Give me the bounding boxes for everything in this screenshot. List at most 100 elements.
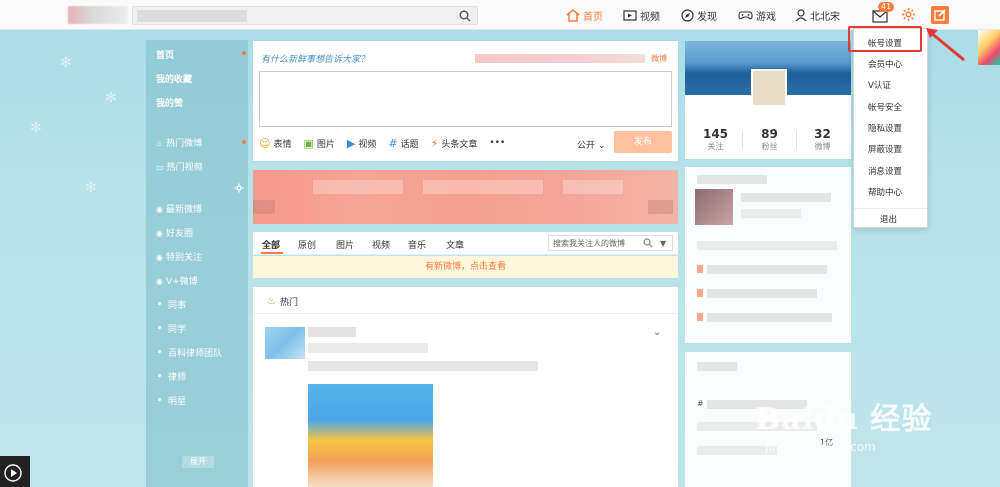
sidebar-group-stars[interactable]: 明星 — [168, 394, 186, 407]
menu-item-privacy[interactable]: 隐私设置 — [854, 122, 927, 134]
hot-section-label: 热门 — [279, 298, 298, 308]
stat-following[interactable]: 145 关注 — [688, 127, 743, 153]
composer-hot-topic-blurred[interactable] — [475, 54, 645, 63]
trend-hash-label: # — [697, 399, 704, 408]
sidebar-item-favorites[interactable]: 我的收藏 — [156, 72, 192, 85]
article-button[interactable]: ⚡ 头条文章 — [431, 137, 478, 150]
stat-followers[interactable]: 89 粉丝 — [742, 127, 797, 153]
menu-item-account-security[interactable]: 帐号安全 — [854, 101, 927, 113]
recommend-avatar-blurred[interactable] — [695, 189, 733, 225]
topic-button[interactable]: # 话题 — [388, 137, 418, 150]
unread-dot — [242, 51, 246, 55]
promo-banner-blurred[interactable] — [253, 170, 678, 224]
emoji-button[interactable]: ☺ 表情 — [259, 137, 291, 150]
menu-item-help-center[interactable]: 帮助中心 — [854, 186, 927, 198]
tab-images[interactable]: 图片 — [336, 238, 354, 251]
caret-down-icon[interactable]: ▼ — [660, 239, 666, 248]
tab-original[interactable]: 原创 — [298, 238, 316, 251]
sidebar-group-lawyer-team[interactable]: 百科律师团队 — [168, 346, 222, 359]
image-icon: ▣ — [303, 136, 314, 150]
dandelion-decoration: ✻ — [105, 90, 117, 106]
menu-item-block-settings[interactable]: 屏蔽设置 — [854, 143, 927, 155]
weibo-logo[interactable] — [68, 6, 128, 24]
messages-button[interactable]: 41 — [872, 2, 895, 23]
global-search-input[interactable] — [132, 6, 478, 25]
friends-icon: ◉ — [156, 229, 163, 238]
nav-discover[interactable]: 发现 — [681, 0, 717, 30]
sidebar-item-vplus[interactable]: ◉ V+微博 — [156, 274, 198, 287]
dandelion-decoration: ✻ — [85, 180, 97, 196]
composer-toolbar: ☺ 表情 ▣ 图片 ▶ 视频 # 话题 ⚡ 头条文章 ••• — [259, 135, 505, 151]
stat-label: 关注 — [707, 142, 724, 151]
menu-item-message-settings[interactable]: 消息设置 — [854, 165, 927, 177]
blurred-text — [707, 313, 832, 322]
stat-number: 89 — [761, 127, 778, 141]
menu-item-verification[interactable]: V认证 — [854, 79, 927, 91]
nav-user-profile[interactable]: 北北宋 — [795, 0, 840, 30]
annotation-arrow-icon — [926, 28, 965, 62]
new-weibo-notice[interactable]: 有新微博，点击查看 — [253, 256, 678, 278]
visibility-select[interactable]: 公开 ⌄ — [577, 138, 605, 151]
sidebar-item-special-follow[interactable]: ◉ 特别关注 — [156, 250, 202, 263]
sidebar-item-home[interactable]: 首页 — [156, 48, 174, 61]
post-author-blurred[interactable] — [308, 327, 356, 337]
sidebar-item-friends[interactable]: ◉ 好友圈 — [156, 226, 193, 239]
nav-video-label: 视频 — [640, 11, 660, 23]
more-icon: ••• — [489, 138, 506, 148]
post-image-blurred[interactable] — [308, 384, 433, 487]
video-icon: ▶ — [346, 136, 356, 150]
composer-weibo-link[interactable]: 微博 — [651, 53, 667, 64]
avatar[interactable] — [751, 69, 787, 107]
video-button[interactable]: ▶ 视频 — [347, 137, 376, 150]
nav-game[interactable]: 游戏 — [738, 0, 776, 30]
media-play-button[interactable] — [0, 456, 30, 487]
sidebar-group-lawyers[interactable]: 律师 — [168, 370, 186, 383]
sidebar-item-latest[interactable]: ◉ 最新微博 — [156, 202, 202, 215]
nav-home[interactable]: 首页 — [566, 0, 603, 30]
stat-number: 145 — [702, 127, 729, 141]
hot-icon: ♨ — [267, 296, 276, 307]
user-icon — [795, 8, 807, 21]
clock-icon: ◉ — [156, 205, 163, 214]
sidebar-item-label: V+微博 — [165, 277, 198, 287]
tab-all[interactable]: 全部 — [262, 238, 280, 251]
rank-badge — [697, 289, 703, 297]
mail-icon — [872, 10, 888, 23]
tab-music[interactable]: 音乐 — [408, 238, 426, 251]
settings-button[interactable] — [901, 7, 917, 23]
tab-articles[interactable]: 文章 — [446, 238, 464, 251]
sidebar-expand-button[interactable]: 展开 — [182, 456, 214, 468]
nav-discover-label: 发现 — [697, 11, 717, 23]
post-meta-blurred — [308, 343, 428, 353]
play-icon — [4, 464, 22, 482]
more-button[interactable]: ••• — [489, 138, 505, 148]
post-avatar-blurred[interactable] — [265, 327, 305, 359]
search-icon[interactable] — [643, 238, 653, 248]
chevron-down-icon[interactable]: ⌄ — [653, 327, 661, 338]
sidebar-item-likes[interactable]: 我的赞 — [156, 96, 183, 109]
stat-number: 32 — [814, 127, 831, 141]
image-button[interactable]: ▣ 图片 — [303, 137, 334, 150]
publish-button[interactable]: 发布 — [614, 131, 672, 153]
sidebar-item-label: 热门视频 — [166, 163, 203, 173]
sidebar-group-colleagues[interactable]: 同事 — [168, 298, 186, 311]
feed-search-placeholder: 搜索我关注人的微博 — [553, 239, 625, 248]
menu-item-logout[interactable]: 退出 — [854, 213, 927, 225]
gear-icon[interactable] — [234, 183, 244, 193]
nav-game-label: 游戏 — [756, 11, 776, 23]
feed-search-input[interactable]: 搜索我关注人的微博 ▼ — [548, 235, 673, 251]
rank-badge — [697, 313, 703, 321]
sidebar-group-classmates[interactable]: 同学 — [168, 322, 186, 335]
nav-video[interactable]: 视频 — [623, 0, 660, 30]
stat-posts[interactable]: 32 微博 — [795, 127, 850, 153]
nav-home-label: 首页 — [583, 11, 603, 23]
sidebar-item-hot-weibo[interactable]: ♨ 热门微博 — [156, 136, 202, 149]
composer-textarea[interactable] — [259, 71, 672, 127]
post-composer: 有什么新鲜事想告诉大家？ 微博 ☺ 表情 ▣ 图片 ▶ 视频 # 话题 ⚡ 头条… — [253, 41, 678, 161]
menu-item-membership[interactable]: 会员中心 — [854, 58, 927, 70]
tab-videos[interactable]: 视频 — [372, 238, 390, 251]
baidu-jingyan-watermark: Baidu 经验 jingyan.baidu.com — [755, 394, 955, 464]
search-icon[interactable] — [459, 10, 471, 22]
sidebar-item-hot-video[interactable]: ▭ 热门视频 — [156, 160, 203, 173]
tool-label: 图片 — [316, 139, 335, 150]
